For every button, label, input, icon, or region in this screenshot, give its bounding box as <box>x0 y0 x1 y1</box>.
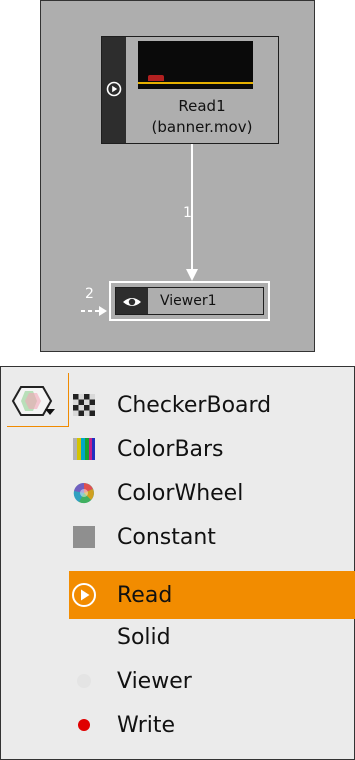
read-node[interactable]: Read1 (banner.mov) <box>101 36 279 144</box>
viewer-node[interactable]: Viewer1 <box>109 281 270 321</box>
edge-arrowhead-icon <box>186 269 198 281</box>
menu-item-write[interactable]: Write <box>69 703 355 747</box>
node-side-bar <box>102 37 126 143</box>
read-node-filename: (banner.mov) <box>151 118 253 136</box>
input-arrowhead-icon <box>99 306 107 316</box>
create-node-menu: CheckerBoard ColorBars ColorWheel Consta… <box>0 366 355 760</box>
menu-item-label: Write <box>117 712 176 738</box>
solid-icon <box>73 626 95 648</box>
menu-item-colorwheel[interactable]: ColorWheel <box>69 471 355 515</box>
eye-icon <box>123 298 141 306</box>
node-thumbnail <box>138 41 253 89</box>
viewer-input-number: 2 <box>85 286 94 302</box>
menu-item-constant[interactable]: Constant <box>69 515 355 559</box>
menu-item-label: Read <box>117 582 173 608</box>
read-icon <box>72 583 96 607</box>
menu-item-colorbars[interactable]: ColorBars <box>69 427 355 471</box>
viewer-node-title: Viewer1 <box>160 293 217 309</box>
node-graph-panel[interactable]: Read1 (banner.mov) 1 2 Viewer1 <box>40 0 315 352</box>
thumbnail-baseline <box>138 82 253 84</box>
image-category-icon <box>11 386 55 416</box>
read-node-title: Read1 <box>178 97 226 115</box>
menu-item-label: CheckerBoard <box>117 392 272 418</box>
edge-input-label: 1 <box>183 205 192 221</box>
checkerboard-icon <box>73 394 95 416</box>
menu-item-viewer[interactable]: Viewer <box>69 659 355 703</box>
thumbnail-content-mark <box>148 75 164 81</box>
constant-icon <box>73 526 95 548</box>
menu-item-label: Constant <box>117 524 216 550</box>
menu-item-label: Solid <box>117 624 171 650</box>
menu-item-read[interactable]: Read <box>69 571 355 619</box>
menu-item-label: ColorBars <box>117 436 224 462</box>
viewer-node-body: Viewer1 <box>115 287 264 315</box>
menu-item-label: ColorWheel <box>117 480 244 506</box>
menu-item-checkerboard[interactable]: CheckerBoard <box>69 383 355 427</box>
menu-item-solid[interactable]: Solid <box>69 615 355 659</box>
image-nodes-toolbar-button[interactable] <box>7 373 69 427</box>
viewer-icon <box>77 674 91 688</box>
colorwheel-icon <box>73 482 94 504</box>
colorbars-icon <box>73 438 95 460</box>
write-icon <box>78 719 90 731</box>
node-side-bar <box>116 288 148 314</box>
play-icon <box>106 81 122 97</box>
menu-item-label: Viewer <box>117 668 192 694</box>
